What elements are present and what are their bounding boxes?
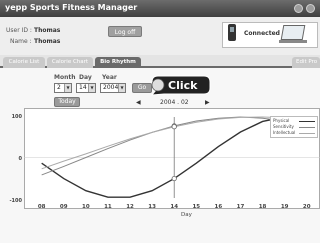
click-callout: Click [150,75,211,96]
legend-swatch-sensitivity [299,127,315,128]
callout-text: Click [168,79,198,92]
legend-swatch-intellectual [299,133,315,134]
legend-label-intellectual: Intellectual [273,130,296,135]
legend-label-sensitivity: Sensitivity [273,124,294,129]
marker-point-physical [171,175,177,182]
mouse-icon [151,78,165,92]
legend-label-physical: Physical [273,118,290,123]
legend-swatch-physical [299,121,315,122]
marker-point-intellectual [171,124,177,130]
